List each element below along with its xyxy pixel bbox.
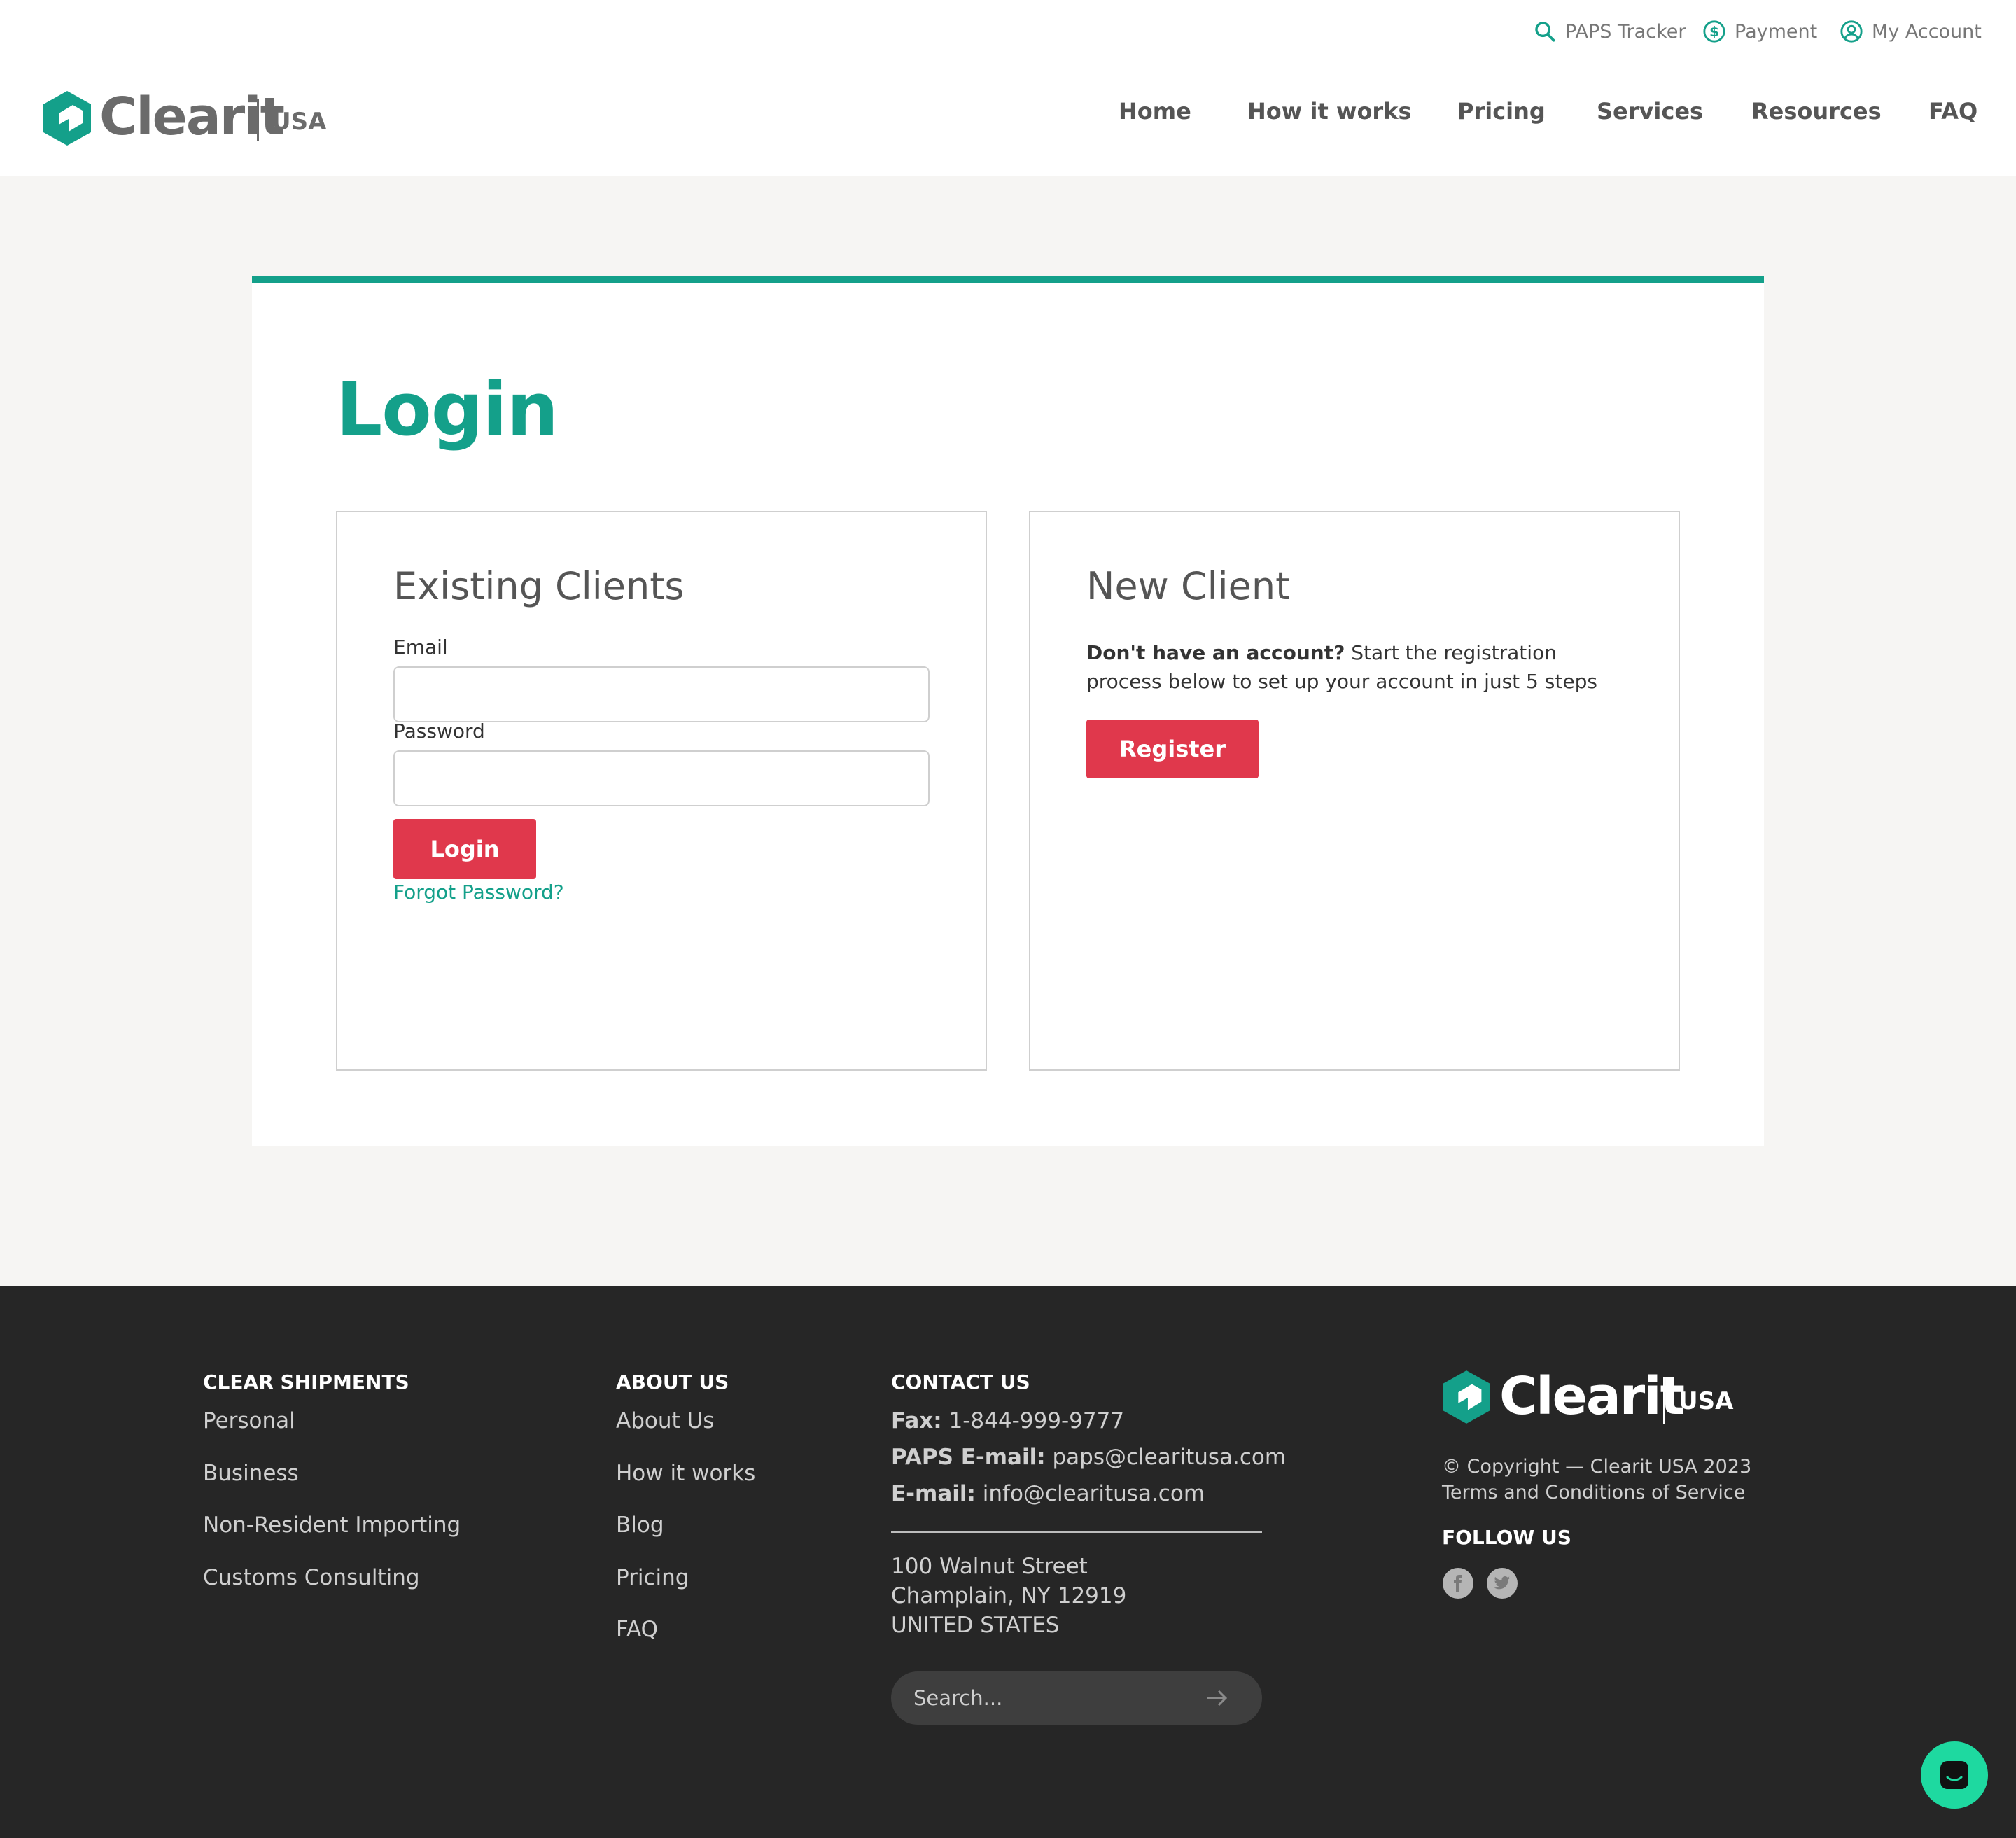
footer-link-blog[interactable]: Blog — [616, 1513, 664, 1538]
footer-search-input[interactable] — [912, 1671, 1192, 1725]
new-client-panel: New Client Don't have an account? Start … — [1029, 511, 1680, 1071]
my-account-label: My Account — [1872, 20, 1982, 43]
site-footer: CLEAR SHIPMENTS Personal Business Non-Re… — [0, 1286, 2016, 1838]
logo-wordmark: Clearit — [99, 87, 285, 147]
facebook-link[interactable] — [1443, 1568, 1474, 1599]
paps-email-label: PAPS E-mail: — [891, 1445, 1046, 1470]
contact-divider — [891, 1531, 1262, 1533]
user-icon — [1840, 20, 1863, 43]
footer-link-personal[interactable]: Personal — [203, 1408, 295, 1433]
nav-resources[interactable]: Resources — [1751, 98, 1882, 125]
existing-clients-heading: Existing Clients — [393, 564, 685, 608]
footer-clear-shipments-heading: CLEAR SHIPMENTS — [203, 1370, 410, 1394]
copyright-text: © Copyright — Clearit USA 2023 — [1442, 1456, 1752, 1478]
footer-link-faq[interactable]: FAQ — [616, 1617, 658, 1642]
email-link[interactable]: info@clearitusa.com — [976, 1481, 1205, 1506]
chat-icon — [1940, 1761, 1968, 1789]
footer-about-us-heading: ABOUT US — [616, 1370, 729, 1394]
clearit-logo-mark-icon — [43, 91, 91, 146]
twitter-link[interactable] — [1487, 1568, 1518, 1599]
email-label-footer: E-mail: — [891, 1481, 976, 1506]
search-icon — [1535, 22, 1555, 42]
password-field[interactable] — [393, 750, 930, 806]
footer-link-business[interactable]: Business — [203, 1461, 299, 1486]
footer-logo-wordmark: Clearit — [1499, 1366, 1685, 1426]
page-title: Login — [336, 367, 559, 452]
payment-label: Payment — [1735, 20, 1818, 43]
new-client-lead-bold: Don't have an account? — [1086, 641, 1345, 664]
footer-email: E-mail: info@clearitusa.com — [891, 1481, 1205, 1506]
password-label: Password — [393, 720, 485, 743]
clearit-logo-mark-icon — [1443, 1370, 1490, 1424]
site-header: PAPS Tracker $ Payment My Account Cleari… — [0, 0, 2016, 176]
arrow-right-icon[interactable] — [1206, 1688, 1228, 1708]
forgot-password-link[interactable]: Forgot Password? — [393, 881, 564, 904]
fax-number: 1-844-999-9777 — [941, 1408, 1125, 1433]
chat-button[interactable] — [1921, 1741, 1988, 1809]
footer-link-how-it-works[interactable]: How it works — [616, 1461, 755, 1486]
footer-link-pricing[interactable]: Pricing — [616, 1565, 690, 1590]
paps-tracker-link[interactable]: PAPS Tracker — [1533, 20, 1686, 43]
address-line-3: UNITED STATES — [891, 1613, 1060, 1638]
terms-link[interactable]: Terms and Conditions of Service — [1442, 1482, 1745, 1503]
address-line-1: 100 Walnut Street — [891, 1554, 1088, 1579]
footer-contact-us-heading: CONTACT US — [891, 1370, 1030, 1394]
nav-home[interactable]: Home — [1119, 98, 1191, 125]
nav-pricing[interactable]: Pricing — [1457, 98, 1546, 125]
register-button[interactable]: Register — [1086, 720, 1259, 778]
footer-link-customs-consulting[interactable]: Customs Consulting — [203, 1565, 420, 1590]
footer-logo-divider — [1663, 1377, 1665, 1424]
dollar-icon: $ — [1703, 20, 1726, 43]
paps-tracker-label: PAPS Tracker — [1565, 20, 1686, 43]
new-client-heading: New Client — [1086, 564, 1291, 608]
footer-paps-email: PAPS E-mail: paps@clearitusa.com — [891, 1445, 1286, 1470]
address-line-2: Champlain, NY 12919 — [891, 1583, 1127, 1608]
email-label: Email — [393, 636, 448, 659]
payment-link[interactable]: $ Payment — [1702, 20, 1817, 43]
footer-fax: Fax: 1-844-999-9777 — [891, 1408, 1124, 1433]
logo-region: USA — [272, 108, 327, 136]
twitter-icon — [1494, 1576, 1510, 1590]
existing-clients-panel: Existing Clients Email Password Login Fo… — [336, 511, 987, 1071]
email-field[interactable] — [393, 666, 930, 722]
logo-divider — [257, 99, 259, 141]
footer-link-non-resident-importing[interactable]: Non-Resident Importing — [203, 1513, 461, 1538]
nav-services[interactable]: Services — [1597, 98, 1703, 125]
login-button[interactable]: Login — [393, 819, 536, 879]
nav-faq[interactable]: FAQ — [1928, 98, 1977, 125]
login-card: Login Existing Clients Email Password Lo… — [252, 276, 1764, 1146]
nav-how-it-works[interactable]: How it works — [1247, 98, 1412, 125]
paps-email-link[interactable]: paps@clearitusa.com — [1046, 1445, 1286, 1470]
new-client-description: Don't have an account? Start the registr… — [1086, 638, 1632, 696]
fax-label: Fax: — [891, 1408, 942, 1433]
svg-text:$: $ — [1709, 24, 1719, 40]
my-account-link[interactable]: My Account — [1840, 20, 1982, 43]
footer-logo-region: USA — [1679, 1387, 1734, 1415]
footer-link-about-us[interactable]: About Us — [616, 1408, 714, 1433]
footer-search-bar — [891, 1671, 1262, 1725]
facebook-icon — [1454, 1575, 1462, 1592]
follow-us-heading: FOLLOW US — [1442, 1526, 1572, 1549]
